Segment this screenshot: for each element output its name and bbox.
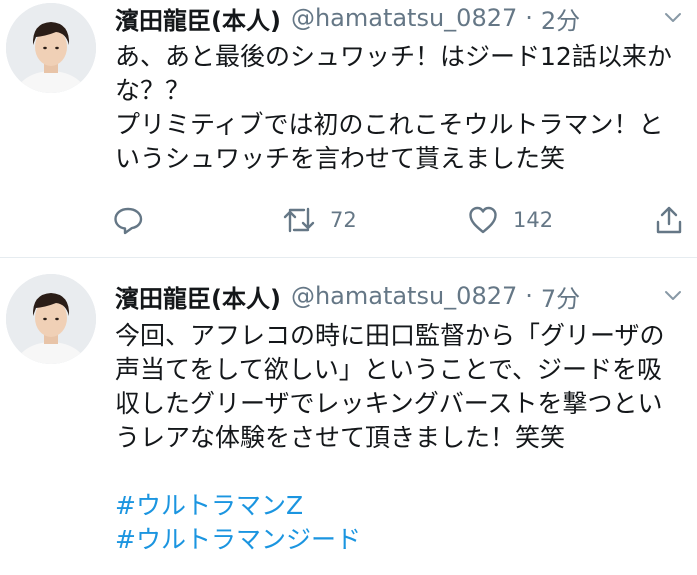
- tweet-text: 今回、アフレコの時に田口監督から「グリーザの 声当てをして欲しい」ということで、…: [115, 319, 690, 557]
- retweet-button[interactable]: 72: [282, 204, 357, 236]
- avatar[interactable]: [6, 3, 96, 93]
- tweet-actions: 72 142: [0, 198, 697, 242]
- timestamp[interactable]: 7分: [541, 279, 580, 314]
- tweet-text-line: 収したグリーザでレッキングバーストを撃つとい: [115, 389, 663, 418]
- separator-dot: ·: [525, 4, 533, 32]
- retweet-icon: [283, 207, 315, 233]
- tweet-text-line: 声当てをして欲しい」ということで、ジードを吸: [115, 355, 663, 384]
- tweet-text: あ、あと最後のシュワッチ！はジード12話以来か な？？ プリミティブでは初のこれ…: [115, 40, 690, 176]
- display-name[interactable]: 濱田龍臣(本人): [115, 279, 281, 314]
- tweet[interactable]: 濱田龍臣(本人) @hamatatsu_0827 · 2分 あ、あと最後のシュワ…: [0, 0, 697, 258]
- tweet-header: 濱田龍臣(本人) @hamatatsu_0827 · 7分: [115, 278, 697, 314]
- tweet-text-line: な？？: [115, 76, 191, 105]
- avatar[interactable]: [6, 274, 96, 364]
- like-icon: [469, 206, 497, 234]
- like-count: 142: [513, 208, 554, 232]
- chevron-down-icon[interactable]: [663, 8, 683, 28]
- timestamp[interactable]: 2分: [541, 1, 580, 36]
- share-icon: [656, 206, 682, 234]
- retweet-count: 72: [330, 208, 357, 232]
- username-handle[interactable]: @hamatatsu_0827: [291, 4, 517, 32]
- tweet[interactable]: 濱田龍臣(本人) @hamatatsu_0827 · 7分 今回、アフレコの時に…: [0, 258, 697, 575]
- share-button[interactable]: [654, 204, 684, 236]
- reply-button[interactable]: [112, 204, 144, 236]
- separator-dot: ·: [525, 282, 533, 310]
- username-handle[interactable]: @hamatatsu_0827: [291, 282, 517, 310]
- like-button[interactable]: 142: [467, 204, 553, 236]
- display-name[interactable]: 濱田龍臣(本人): [115, 1, 281, 36]
- tweet-text-line: うレアな体験をさせて頂きました！笑笑: [115, 423, 566, 452]
- tweet-text-line: プリミティブでは初のこれこそウルトラマン！と: [115, 110, 664, 139]
- reply-icon: [114, 207, 143, 235]
- tweet-text-line: 今回、アフレコの時に田口監督から「グリーザの: [115, 321, 665, 350]
- tweet-text-line: あ、あと最後のシュワッチ！はジード12話以来か: [115, 42, 672, 71]
- hashtag-link[interactable]: #ウルトラマンZ: [115, 489, 690, 523]
- tweet-header: 濱田龍臣(本人) @hamatatsu_0827 · 2分: [115, 0, 697, 36]
- hashtag-link[interactable]: #ウルトラマンジード: [115, 523, 690, 557]
- chevron-down-icon[interactable]: [663, 286, 683, 306]
- tweet-text-line: いうシュワッチを言わせて貰えました笑: [115, 144, 566, 173]
